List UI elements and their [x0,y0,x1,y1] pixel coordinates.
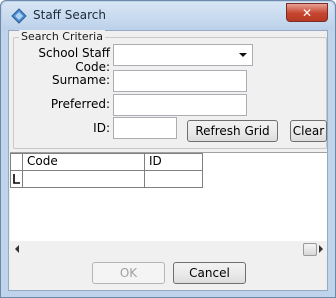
preferred-input[interactable] [113,94,247,116]
row-caret-icon [13,174,20,184]
scroll-thumb[interactable] [303,243,317,256]
close-icon: ✕ [301,5,313,20]
id-label: ID: [93,121,110,135]
dialog-body: Search Criteria School Staff Code: Surna… [8,30,328,291]
close-button[interactable]: ✕ [286,3,328,22]
scroll-right-icon[interactable] [319,245,323,253]
surname-label: Surname: [51,73,110,87]
group-title: Search Criteria [19,30,105,43]
horizontal-scrollbar[interactable] [10,241,327,258]
app-diamond-icon [11,8,27,24]
staff-search-window: Staff Search ✕ Search Criteria School St… [0,0,336,298]
id-input[interactable] [113,117,177,139]
table-cell-id[interactable] [144,170,203,188]
staff-code-combobox[interactable] [113,44,253,66]
column-header-code[interactable]: Code [22,153,145,171]
column-header-id[interactable]: ID [144,153,203,171]
staff-code-label: School Staff Code: [38,46,110,74]
cancel-button[interactable]: Cancel [173,262,246,284]
chevron-down-icon[interactable] [239,53,247,57]
surname-input[interactable] [113,70,247,92]
clear-button[interactable]: Clear [290,120,327,142]
preferred-label: Preferred: [50,97,110,111]
table-cell-code[interactable] [22,170,145,188]
refresh-grid-button[interactable]: Refresh Grid [187,120,278,142]
scroll-left-icon[interactable] [15,245,19,253]
results-grid[interactable]: Code ID [10,152,327,258]
window-title: Staff Search [33,8,106,22]
title-bar[interactable]: Staff Search ✕ [2,2,334,30]
ok-button[interactable]: OK [92,262,165,284]
